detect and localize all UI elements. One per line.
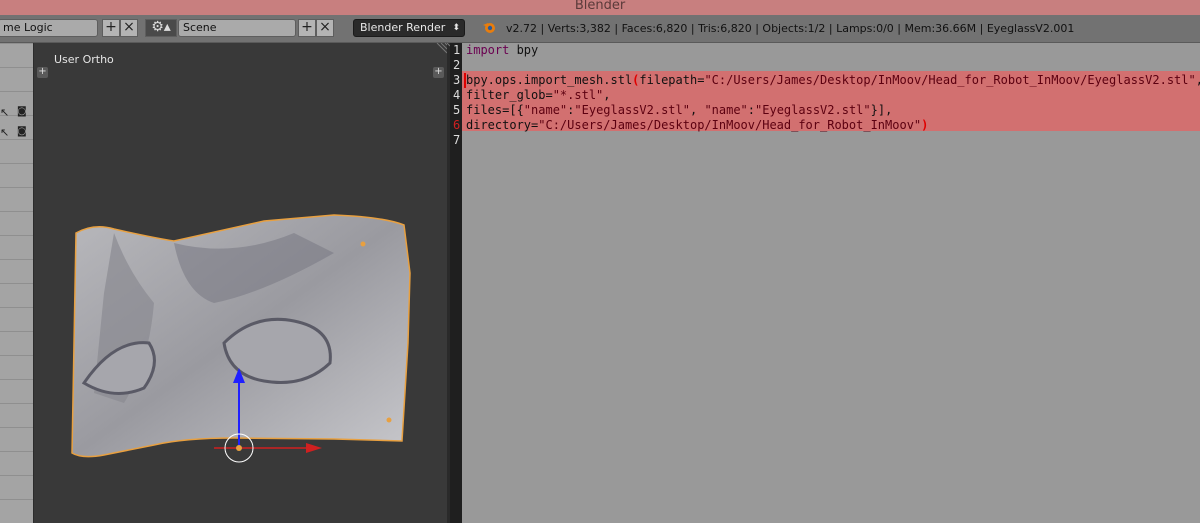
string-literal: "C:/Users/James/Desktop/InMoov/Head_for_… (538, 118, 922, 132)
mesh-canvas (71, 214, 411, 463)
origin-point-icon (236, 445, 242, 451)
code-text: bpy.ops.import_mesh.stl (466, 73, 633, 87)
code-text: , (1196, 73, 1200, 87)
code-line-5[interactable]: files=[{"name":"EyeglassV2.stl", "name":… (466, 103, 892, 118)
blender-logo-icon (482, 20, 496, 34)
string-literal: "EyeglassV2.stl" (755, 103, 871, 117)
string-literal: "name" (704, 103, 748, 117)
pointer-icon-2[interactable]: ↖ (0, 126, 9, 139)
code-line-4[interactable]: filter_glob="*.stl", (466, 88, 611, 103)
string-literal: "name" (523, 103, 568, 117)
string-literal: "EyeglassV2.stl" (574, 103, 690, 117)
code-line-1[interactable]: import bpy (466, 43, 538, 58)
line-number-2: 2 (453, 58, 461, 72)
scene-stats: v2.72 | Verts:3,382 | Faces:6,820 | Tris… (506, 22, 1075, 35)
code-line-3[interactable]: bpy.ops.import_mesh.stl(filepath="C:/Use… (466, 73, 1200, 88)
scene-selector-icon[interactable]: ⚙▴ (145, 19, 177, 37)
line-number-4: 4 (453, 88, 461, 102)
code-text: }], (870, 103, 893, 117)
camera-icon-2[interactable]: ◙ (17, 126, 27, 137)
text-cursor (464, 73, 466, 88)
delete-layout-icon[interactable]: × (120, 19, 138, 37)
camera-icon[interactable]: ◙ (17, 106, 27, 117)
string-literal: "*.stl" (552, 88, 604, 102)
pointer-icon[interactable]: ↖ (0, 106, 9, 119)
window-title: Blender (0, 0, 1200, 15)
code-text: bpy (509, 43, 539, 57)
code-text: files=[{ (466, 103, 524, 117)
line-number-3: 3 (453, 73, 461, 87)
scene-field[interactable]: Scene (178, 19, 296, 37)
line-number-5: 5 (453, 103, 461, 117)
code-text: filepath= (639, 73, 705, 87)
properties-strip: ↖ ◙ ↖ ◙ (0, 43, 34, 523)
delete-scene-icon[interactable]: × (316, 19, 334, 37)
render-engine-select[interactable]: Blender Render ⬍ (353, 19, 465, 37)
x-axis-arrow-icon (306, 443, 322, 453)
keyword-import: import (466, 43, 510, 57)
line-number-6: 6 (453, 118, 461, 132)
code-text: filter_glob= (466, 88, 553, 102)
select-arrows-icon: ⬍ (452, 23, 460, 33)
code-text: directory= (466, 118, 539, 132)
code-line-6[interactable]: directory="C:/Users/James/Desktop/InMoov… (466, 118, 928, 133)
render-engine-label: Blender Render (360, 21, 446, 34)
add-layout-icon[interactable]: + (102, 19, 120, 37)
code-text: , (603, 88, 611, 102)
3d-viewport[interactable]: User Ortho + + (34, 42, 448, 523)
close-paren: ) (921, 118, 929, 132)
add-scene-icon[interactable]: + (298, 19, 316, 37)
line-number-7: 7 (453, 133, 461, 147)
line-number-1: 1 (453, 43, 461, 57)
game-logic-field[interactable]: me Logic (0, 19, 98, 37)
top-header: me Logic + × ⚙▴ Scene + × Blender Render… (0, 15, 1200, 43)
string-literal: "C:/Users/James/Desktop/InMoov/Head_for_… (704, 73, 1196, 87)
